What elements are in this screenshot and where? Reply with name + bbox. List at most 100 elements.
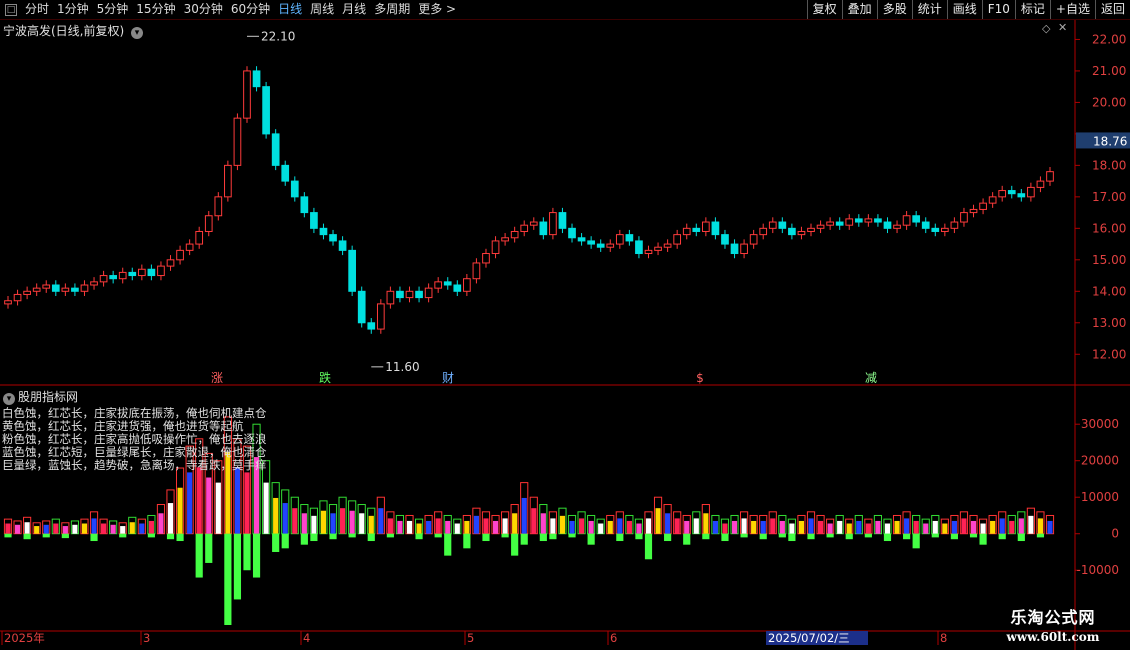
toolbar-button-3[interactable]: 统计 [911, 0, 947, 19]
tab-1[interactable]: 1分钟 [53, 0, 93, 19]
candle-body [644, 249, 653, 255]
candle-body [415, 290, 423, 299]
toolbar-button-7[interactable]: +自选 [1049, 0, 1095, 19]
toolbar-button-0[interactable]: 复权 [806, 0, 842, 19]
candle-body [615, 234, 624, 245]
indicator-fill-bar [923, 523, 929, 534]
candle-body [42, 284, 51, 289]
indicator-fill-bar [206, 477, 212, 534]
menu-icon[interactable]: □ [5, 3, 17, 16]
indicator-negative-bar [501, 533, 509, 538]
indicator-fill-bar [540, 513, 546, 534]
close-icon[interactable]: ✕ [1058, 21, 1067, 34]
indicator-negative-bar [415, 533, 423, 540]
tab-2[interactable]: 5分钟 [93, 0, 133, 19]
period-toolbar: □ 分时 1分钟 5分钟 15分钟 30分钟 60分钟 日线 周线 月线 多周期 更多 > 复权 叠加… [0, 0, 1130, 20]
tab-9[interactable]: 多周期 [370, 0, 414, 19]
event-marker-4: 减 [865, 371, 877, 385]
toolbar-button-2[interactable]: 多股 [876, 0, 912, 19]
indicator-negative-bar [329, 533, 337, 540]
indicator-negative-bar [864, 533, 872, 538]
indicator-fill-bar [43, 524, 49, 534]
tab-7[interactable]: 周线 [306, 0, 338, 19]
candle-body [434, 281, 443, 289]
tab-10[interactable]: 更多 > [414, 0, 460, 19]
diamond-icon[interactable]: ◇ [1042, 22, 1050, 35]
price-label-10: 12.00 [1092, 347, 1126, 361]
indicator-negative-bar [205, 533, 213, 563]
indicator-negative-bar [702, 533, 710, 540]
event-marker-2: 财 [442, 371, 454, 385]
candle-body [51, 284, 60, 292]
indicator-fill-bar [856, 520, 862, 534]
indicator-fill-bar [101, 523, 107, 534]
candle-body [90, 281, 98, 286]
indicator-fill-bar [722, 523, 728, 534]
indicator-fill-bar [550, 518, 556, 534]
candle-body [252, 70, 261, 88]
candle-body [13, 293, 22, 302]
tab-8[interactable]: 月线 [338, 0, 370, 19]
toolbar-button-5[interactable]: F10 [981, 0, 1015, 19]
candle-body [329, 234, 337, 242]
event-marker-1: 跌 [319, 370, 331, 385]
tab-3[interactable]: 15分钟 [132, 0, 179, 19]
indicator-fill-bar [703, 513, 709, 534]
candle-body [568, 227, 576, 239]
toolbar-button-8[interactable]: 返回 [1094, 0, 1130, 19]
indicator-fill-bar [693, 518, 699, 534]
indicator-fill-bar [177, 487, 183, 534]
indicator-negative-bar [176, 533, 184, 542]
indicator-fill-bar [483, 518, 489, 534]
candle-body [778, 221, 787, 229]
indicator-fill-bar [674, 518, 680, 534]
indicator-fill-bar [970, 520, 977, 534]
indicator-fill-bar [454, 523, 460, 534]
price-label-8: 14.00 [1092, 284, 1126, 298]
candle-body [137, 268, 146, 277]
indicator-negative-bar [845, 533, 853, 540]
indicator-fill-bar [110, 524, 116, 534]
watermark: 乐淘公式网 www.60lt.com [988, 607, 1118, 649]
tab-5[interactable]: 60分钟 [227, 0, 274, 19]
candle-body [338, 240, 347, 251]
tab-0[interactable]: 分时 [21, 0, 53, 19]
candle-body [1046, 171, 1054, 182]
toolbar-button-6[interactable]: 标记 [1014, 0, 1050, 19]
indicator-fill-bar [320, 510, 327, 534]
tab-6[interactable]: 日线 [274, 0, 306, 19]
indicator-negative-bar [272, 533, 280, 552]
candle-body [587, 240, 595, 245]
candle-body [290, 180, 299, 198]
indicator-fill-bar [665, 513, 671, 534]
toolbar-button-1[interactable]: 叠加 [841, 0, 877, 19]
time-label-3: 5 [467, 631, 474, 645]
indicator-label-0: 30000 [1081, 417, 1119, 431]
candle-body [520, 224, 529, 232]
tab-4[interactable]: 30分钟 [180, 0, 227, 19]
indicator-negative-bar [1017, 533, 1025, 542]
indicator-fill-bar [426, 520, 432, 534]
indicator-label-1: 20000 [1081, 454, 1119, 468]
price-label-6: 16.00 [1092, 221, 1126, 235]
indicator-fill-bar [904, 518, 910, 534]
candle-body [319, 227, 328, 236]
indicator-chevron-icon[interactable]: ▾ [3, 393, 15, 405]
candle-body [281, 164, 290, 182]
candle-body [463, 278, 471, 292]
time-label-2: 4 [303, 631, 310, 645]
chevron-down-icon[interactable]: ▾ [131, 27, 144, 39]
toolbar-button-4[interactable]: 画线 [946, 0, 982, 19]
indicator-fill-bar [301, 513, 307, 534]
indicator-negative-bar [300, 533, 308, 545]
indicator-negative-bar [539, 533, 547, 542]
candle-body [883, 221, 892, 229]
indicator-negative-bar [4, 533, 12, 538]
indicator-fill-bar [598, 523, 604, 534]
time-label-4: 6 [610, 631, 617, 645]
indicator-negative-bar [1036, 533, 1045, 538]
price-label-1: 21.00 [1092, 64, 1126, 78]
indicator-label-4: -10000 [1076, 563, 1119, 577]
candle-body [673, 234, 682, 245]
candle-body [577, 237, 586, 242]
